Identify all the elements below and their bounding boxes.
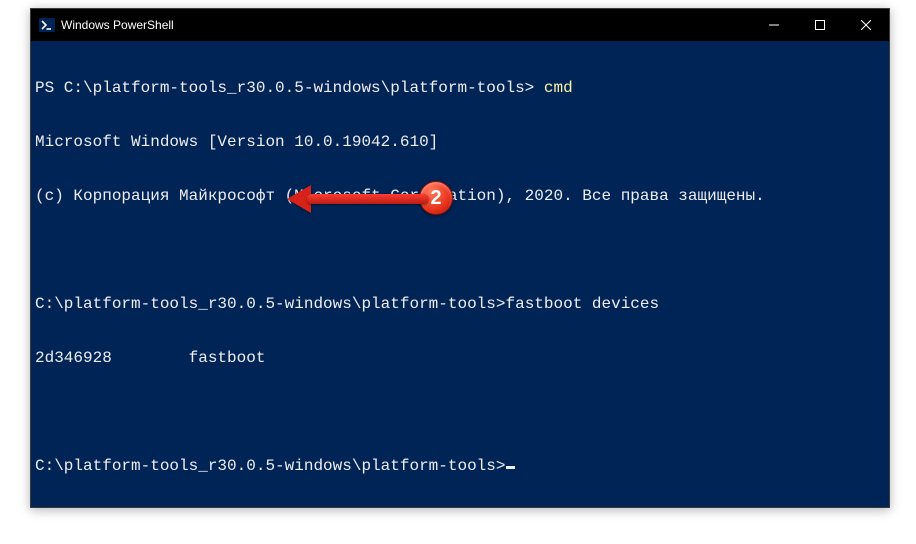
cursor	[506, 466, 515, 469]
blank-line-2	[35, 403, 885, 421]
powershell-window: Windows PowerShell PS C:\platform-tools_…	[30, 8, 890, 508]
ps-prompt: PS C:\platform-tools_r30.0.5-windows\pla…	[35, 79, 544, 97]
minimize-button[interactable]	[751, 9, 797, 41]
cmd-prompt-1: C:\platform-tools_r30.0.5-windows\platfo…	[35, 295, 505, 313]
blank-line-1	[35, 241, 885, 259]
line-6-device-output: 2d346928 fastboot	[35, 349, 885, 367]
typed-command-fastboot: fastboot devices	[505, 295, 659, 313]
line-2: Microsoft Windows [Version 10.0.19042.61…	[35, 133, 885, 151]
typed-command-cmd: cmd	[544, 79, 573, 97]
close-button[interactable]	[843, 9, 889, 41]
cmd-prompt-2: C:\platform-tools_r30.0.5-windows\platfo…	[35, 457, 505, 475]
line-1: PS C:\platform-tools_r30.0.5-windows\pla…	[35, 79, 885, 97]
powershell-icon	[39, 17, 55, 33]
titlebar[interactable]: Windows PowerShell	[31, 9, 889, 41]
window-title: Windows PowerShell	[61, 18, 174, 32]
maximize-button[interactable]	[797, 9, 843, 41]
line-5: C:\platform-tools_r30.0.5-windows\platfo…	[35, 295, 885, 313]
terminal-area[interactable]: PS C:\platform-tools_r30.0.5-windows\pla…	[31, 41, 889, 507]
line-8: C:\platform-tools_r30.0.5-windows\platfo…	[35, 457, 885, 475]
line-3: (c) Корпорация Майкрософт (Microsoft Cor…	[35, 187, 885, 205]
